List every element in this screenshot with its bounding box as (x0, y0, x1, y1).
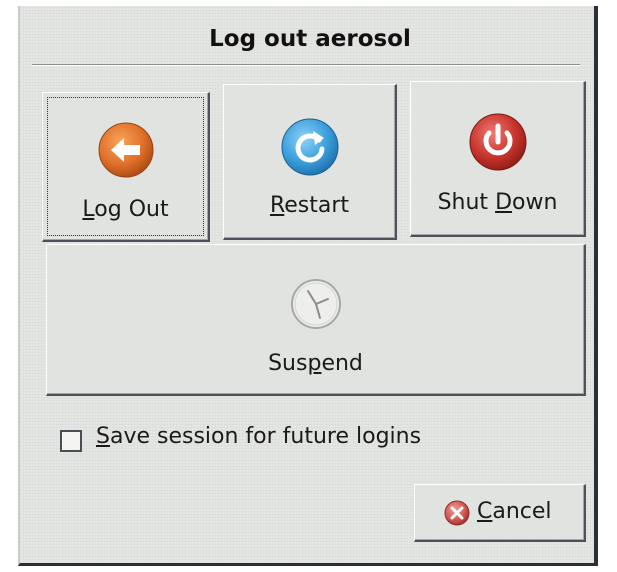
log-out-button[interactable]: Log Out (42, 92, 210, 242)
logout-dialog: Log out aerosol Log Out Restart Shut Dow… (18, 6, 598, 566)
title-separator (32, 64, 580, 66)
screen-frame: Log out aerosol Log Out Restart Shut Dow… (0, 0, 617, 572)
clock-icon (289, 277, 343, 335)
power-icon (468, 112, 528, 176)
cancel-label: Cancel (477, 499, 552, 524)
save-session-label[interactable]: Save session for future logins (96, 424, 421, 449)
restart-button[interactable]: Restart (223, 84, 397, 240)
suspend-label: Suspend (268, 351, 363, 376)
log-out-label: Log Out (82, 197, 169, 222)
logout-arrow-icon (97, 121, 155, 183)
dialog-title: Log out aerosol (209, 26, 411, 52)
cancel-icon (443, 499, 471, 531)
shut-down-label: Shut Down (437, 190, 558, 215)
suspend-button[interactable]: Suspend (46, 244, 586, 396)
restart-label: Restart (269, 193, 350, 218)
shut-down-button[interactable]: Shut Down (410, 81, 586, 237)
restart-icon (280, 117, 340, 181)
save-session-checkbox[interactable] (60, 430, 82, 452)
cancel-button[interactable]: Cancel (414, 484, 586, 542)
